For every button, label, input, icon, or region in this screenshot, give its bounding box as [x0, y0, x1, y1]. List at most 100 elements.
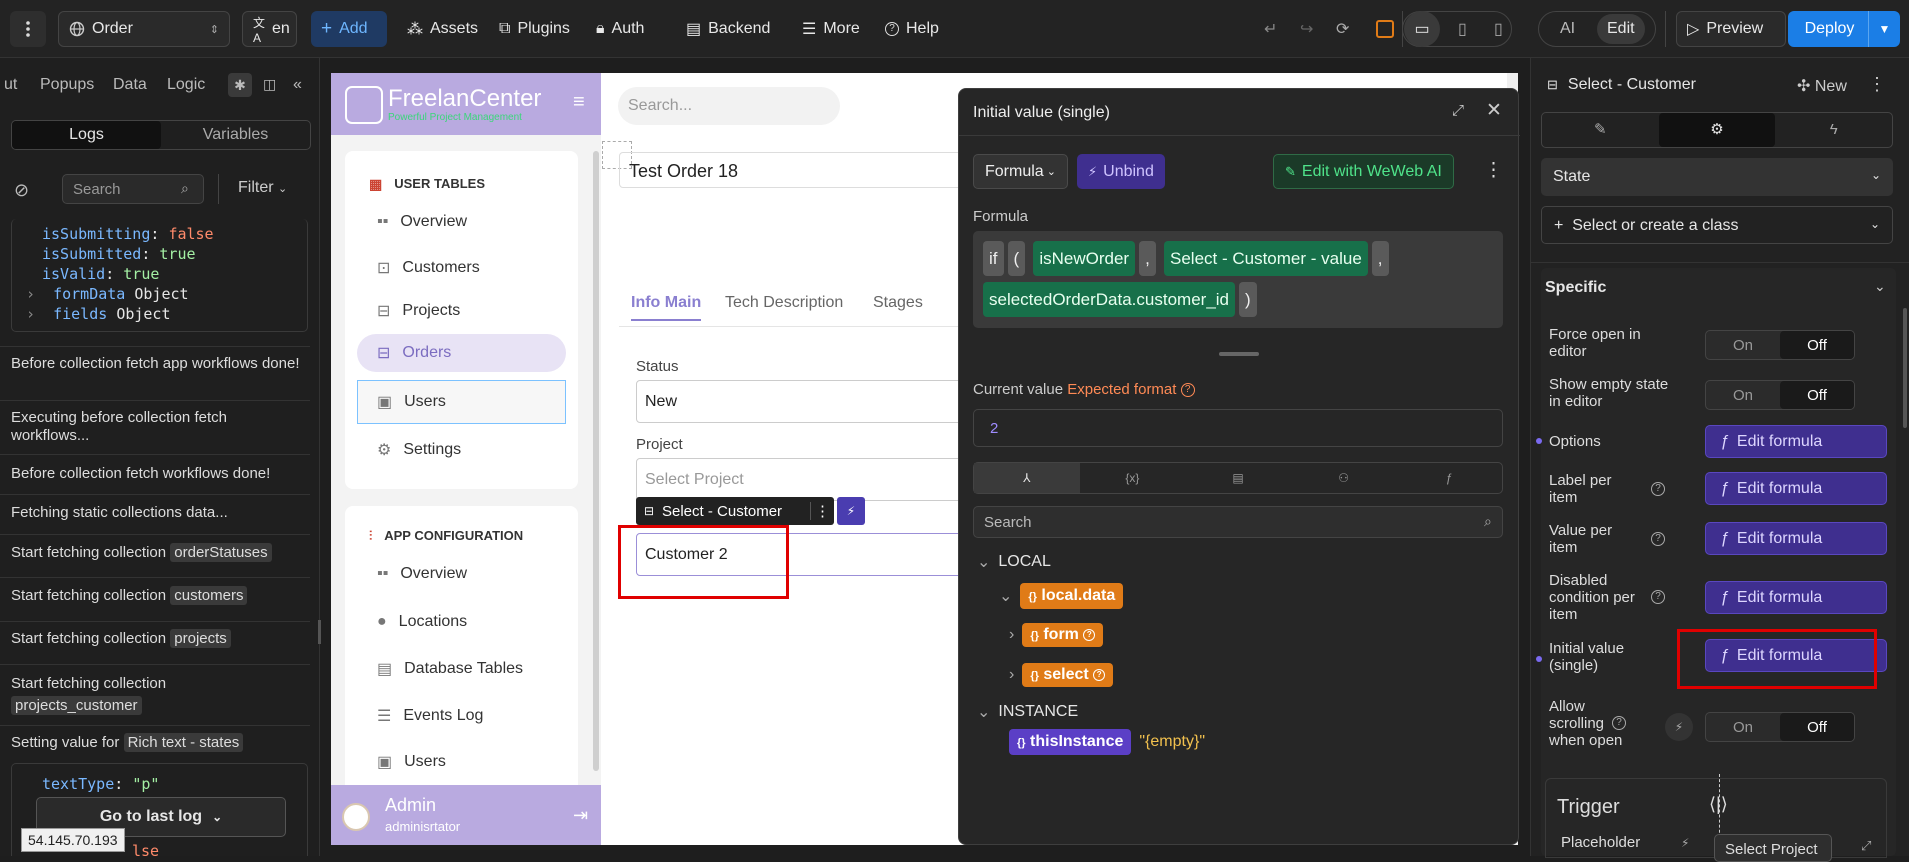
- toggle-off[interactable]: Off: [1780, 713, 1854, 741]
- hamburger-icon[interactable]: ≡: [573, 91, 585, 114]
- workflows-tab-icon[interactable]: ϟ: [1775, 113, 1892, 147]
- search-input[interactable]: Search...: [618, 87, 840, 125]
- sidebar-item-settings[interactable]: ⚙ Settings: [377, 432, 461, 468]
- close-icon[interactable]: ✕: [1486, 99, 1502, 122]
- backend-button[interactable]: ▤ Backend: [676, 11, 780, 47]
- chevron-right-icon[interactable]: ›: [26, 305, 35, 323]
- specific-heading[interactable]: Specific: [1545, 279, 1606, 297]
- resize-handle[interactable]: [1219, 352, 1259, 356]
- toggle-off[interactable]: Off: [1780, 381, 1854, 409]
- toggle-on[interactable]: On: [1706, 713, 1780, 741]
- desktop-view-button[interactable]: ▭: [1404, 11, 1440, 47]
- help-icon[interactable]: ?: [1651, 532, 1665, 546]
- menu-button[interactable]: [10, 11, 46, 47]
- ai-mode-button[interactable]: AI: [1550, 11, 1585, 47]
- panel-toggle-icon[interactable]: ◫: [263, 76, 276, 93]
- tab-collections-icon[interactable]: ▤: [1185, 463, 1291, 493]
- expected-format-link[interactable]: Expected format: [1067, 381, 1176, 398]
- more-button[interactable]: ☰ More: [792, 11, 870, 47]
- auth-button[interactable]: 🔒︎ Auth: [586, 11, 654, 47]
- help-button[interactable]: ? Help: [875, 11, 949, 47]
- bind-icon[interactable]: ⚡︎: [1681, 836, 1689, 850]
- new-button[interactable]: ✣ New: [1797, 76, 1847, 96]
- unbind-icon[interactable]: ⚡︎: [837, 497, 865, 525]
- disabled-condition-edit-formula-button[interactable]: ƒ Edit formula: [1705, 581, 1887, 614]
- sidebar-item-orders[interactable]: ⊟ Orders: [377, 335, 451, 371]
- style-tab-icon[interactable]: ✎: [1542, 113, 1659, 147]
- formula-mode-dropdown[interactable]: Formula ⌄: [973, 154, 1068, 189]
- tab-variables-icon[interactable]: {x}: [1080, 463, 1186, 493]
- tree-node-this-instance[interactable]: {} thisInstance "{empty}": [1009, 729, 1205, 755]
- sidebar-scrollbar[interactable]: [593, 151, 599, 771]
- sidebar-item-events-log[interactable]: ☰ Events Log: [377, 698, 483, 734]
- debug-bug-icon[interactable]: ✱: [228, 73, 252, 97]
- assets-button[interactable]: ⁂ Assets: [397, 11, 488, 47]
- sidebar-item-locations[interactable]: ● Locations: [377, 604, 467, 640]
- formula-editor[interactable]: if( isNewOrder, Select - Customer - valu…: [973, 231, 1503, 328]
- sidebar-item-projects[interactable]: ⊟ Projects: [377, 293, 460, 329]
- placeholder-input[interactable]: Select Project: [1714, 834, 1832, 862]
- toggle-on[interactable]: On: [1706, 331, 1780, 359]
- tree-section-instance[interactable]: ⌄ INSTANCE: [977, 702, 1078, 722]
- vertical-dots-icon[interactable]: ⋮: [1484, 159, 1503, 182]
- language-button[interactable]: 文A en: [242, 11, 297, 47]
- tab-functions-icon[interactable]: ƒ: [1396, 463, 1502, 493]
- settings-tab-icon[interactable]: ⚙: [1658, 113, 1776, 147]
- deploy-button[interactable]: Deploy ▼: [1788, 11, 1900, 47]
- redo-button[interactable]: ↪: [1290, 11, 1323, 47]
- variables-tab[interactable]: Variables: [161, 121, 310, 149]
- tree-section-local[interactable]: ⌄ LOCAL: [977, 552, 1051, 572]
- allow-scrolling-toggle[interactable]: On Off: [1705, 712, 1855, 742]
- value-per-item-edit-formula-button[interactable]: ƒ Edit formula: [1705, 522, 1887, 555]
- unbind-button[interactable]: ⚡︎ Unbind: [1077, 154, 1165, 189]
- tab-components-icon[interactable]: ⅄: [974, 463, 1080, 493]
- bind-icon[interactable]: ⚡︎: [1665, 713, 1693, 741]
- tab-data[interactable]: Data: [113, 76, 147, 94]
- panel-resize-handle[interactable]: [318, 620, 321, 644]
- undo-button[interactable]: ↵: [1254, 11, 1287, 47]
- logs-tab[interactable]: Logs: [12, 121, 161, 149]
- clear-logs-icon[interactable]: ⊘: [14, 180, 29, 201]
- options-edit-formula-button[interactable]: ƒ Edit formula: [1705, 425, 1887, 458]
- edit-mode-button[interactable]: Edit: [1597, 14, 1645, 44]
- help-icon[interactable]: ?: [1612, 716, 1626, 730]
- tab-user-icon[interactable]: ⚇: [1291, 463, 1397, 493]
- plugins-button[interactable]: ⧉ Plugins: [489, 11, 580, 47]
- sidebar-item-overview[interactable]: ▪▪ Overview: [377, 204, 467, 240]
- breakpoint-frame-button[interactable]: [1366, 11, 1404, 47]
- tree-node-form[interactable]: › {} form ?: [1009, 623, 1104, 647]
- toggle-on[interactable]: On: [1706, 381, 1780, 409]
- sidebar-item-config-users[interactable]: ▣ Users: [377, 744, 446, 780]
- expand-icon[interactable]: ⤢: [1861, 838, 1871, 854]
- tab-logic[interactable]: Logic: [167, 76, 205, 94]
- mobile-view-button[interactable]: ▯: [1484, 11, 1513, 47]
- tab-popups[interactable]: Popups: [40, 76, 94, 94]
- log-search-input[interactable]: Search ⌕: [62, 174, 204, 204]
- chevron-down-icon[interactable]: ▼: [1868, 11, 1900, 47]
- tablet-view-button[interactable]: ▯: [1448, 11, 1477, 47]
- selected-element-tag[interactable]: ⊟ Select - Customer ⋮: [636, 497, 834, 525]
- tab-stages[interactable]: Stages: [873, 294, 923, 312]
- tree-node-select[interactable]: › {} select ?: [1009, 663, 1114, 687]
- sidebar-item-customers[interactable]: ⊡ Customers: [377, 250, 480, 286]
- panel-scrollbar[interactable]: [1903, 308, 1907, 428]
- page-select[interactable]: Order ⇕: [58, 11, 230, 47]
- logout-icon[interactable]: ⇥: [573, 805, 588, 826]
- explorer-search-input[interactable]: Search ⌕: [973, 506, 1503, 538]
- help-icon[interactable]: ?: [1651, 590, 1665, 604]
- tab-tech-description[interactable]: Tech Description: [725, 294, 843, 312]
- vertical-dots-icon[interactable]: ⋮: [1868, 74, 1886, 95]
- edit-with-ai-button[interactable]: ✎ Edit with WeWeb AI: [1273, 154, 1454, 189]
- add-button[interactable]: + Add: [311, 11, 387, 47]
- label-per-item-edit-formula-button[interactable]: ƒ Edit formula: [1705, 472, 1887, 505]
- sidebar-item-config-overview[interactable]: ▪▪ Overview: [377, 556, 467, 592]
- help-icon[interactable]: ?: [1180, 383, 1195, 398]
- show-empty-toggle[interactable]: On Off: [1705, 380, 1855, 410]
- chevron-right-icon[interactable]: ›: [26, 285, 35, 303]
- toggle-off[interactable]: Off: [1780, 331, 1854, 359]
- chevron-down-icon[interactable]: ⌄: [1874, 278, 1886, 295]
- tab-layout[interactable]: ut: [4, 76, 17, 94]
- state-dropdown[interactable]: State ⌄: [1541, 158, 1893, 196]
- class-select[interactable]: + Select or create a class ⌄: [1541, 206, 1893, 244]
- vertical-dots-icon[interactable]: ⋮: [810, 502, 834, 520]
